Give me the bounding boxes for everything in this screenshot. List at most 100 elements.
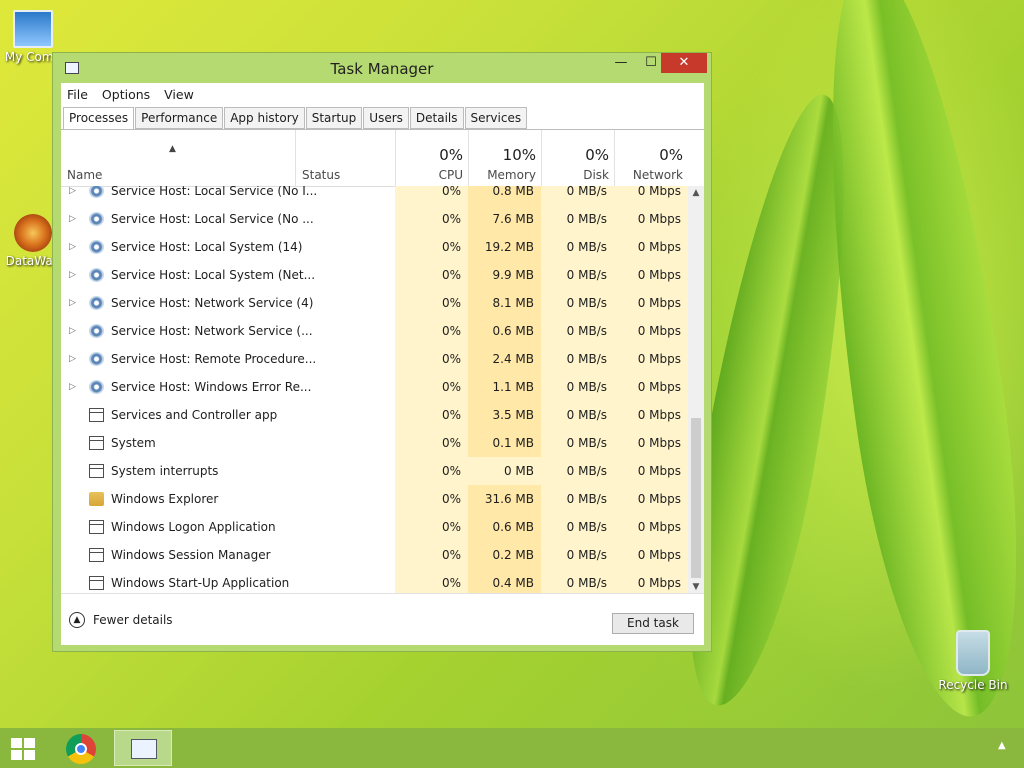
- expand-arrow-icon[interactable]: [69, 429, 79, 457]
- computer-icon: [13, 10, 53, 48]
- fewer-details-button[interactable]: ▲ Fewer details: [69, 612, 173, 628]
- table-row[interactable]: ▷ Service Host: Windows Error Re... 0% 1.1 …: [61, 373, 688, 401]
- desktop-icon-label: Recycle Bin: [938, 678, 1008, 692]
- menu-file[interactable]: File: [67, 87, 88, 102]
- column-label-status: Status: [302, 168, 341, 182]
- process-name: Windows Explorer: [111, 492, 219, 506]
- tab-services[interactable]: Services: [464, 107, 528, 129]
- table-row[interactable]: ▷ Service Host: Local Service (No I... 0% 0…: [61, 186, 688, 205]
- column-header-row: ▲ Name Status 0% CPU 10% Memory 0% Disk: [61, 130, 704, 187]
- disk-value: 0 MB/s: [541, 457, 614, 485]
- cpu-value: 0%: [395, 186, 468, 205]
- start-button[interactable]: [6, 736, 36, 762]
- menu-options[interactable]: Options: [102, 87, 150, 102]
- cpu-value: 0%: [395, 317, 468, 345]
- memory-value: 0.6 MB: [468, 513, 541, 541]
- scroll-thumb[interactable]: [691, 418, 701, 578]
- tab-processes[interactable]: Processes: [63, 107, 135, 130]
- title-bar[interactable]: Task Manager — ☐ ✕: [53, 53, 711, 83]
- expand-arrow-icon[interactable]: ▷: [69, 317, 79, 345]
- process-name: Service Host: Local System (Net...: [111, 268, 316, 282]
- gear-icon: [89, 186, 104, 198]
- table-row[interactable]: ▷ Service Host: Remote Procedure... 0% 2.4 …: [61, 345, 688, 373]
- expand-arrow-icon[interactable]: [69, 513, 79, 541]
- memory-value: 7.6 MB: [468, 205, 541, 233]
- end-task-button[interactable]: End task: [612, 613, 694, 634]
- expand-arrow-icon[interactable]: ▷: [69, 205, 79, 233]
- column-header-disk[interactable]: 0% Disk: [541, 130, 615, 186]
- table-row[interactable]: System interrupts 0% 0 MB 0 MB/s 0 Mbps: [61, 457, 688, 485]
- expand-arrow-icon[interactable]: ▷: [69, 289, 79, 317]
- tab-details[interactable]: Details: [409, 107, 464, 129]
- table-row[interactable]: System 0% 0.1 MB 0 MB/s 0 Mbps: [61, 429, 688, 457]
- expand-arrow-icon[interactable]: ▷: [69, 186, 79, 205]
- app-icon: [89, 520, 104, 534]
- expand-arrow-icon[interactable]: ▷: [69, 345, 79, 373]
- expand-arrow-icon[interactable]: ▷: [69, 233, 79, 261]
- vertical-scrollbar[interactable]: ▲ ▼: [688, 186, 704, 594]
- cpu-value: 0%: [395, 429, 468, 457]
- table-row[interactable]: ▷ Service Host: Network Service (4) 0% 8.1 …: [61, 289, 688, 317]
- scroll-up-icon[interactable]: ▲: [688, 186, 704, 200]
- memory-value: 0.4 MB: [468, 569, 541, 594]
- cpu-total-percent: 0%: [439, 146, 463, 164]
- process-name: Windows Logon Application: [111, 520, 276, 534]
- memory-value: 9.9 MB: [468, 261, 541, 289]
- disk-value: 0 MB/s: [541, 513, 614, 541]
- network-value: 0 Mbps: [614, 186, 688, 205]
- table-row[interactable]: Windows Start-Up Application 0% 0.4 MB 0 MB…: [61, 569, 688, 594]
- process-name: Service Host: Remote Procedure...: [111, 352, 317, 366]
- processes-panel: ▲ Name Status 0% CPU 10% Memory 0% Disk: [61, 129, 704, 594]
- process-name: Service Host: Local Service (No ...: [111, 212, 314, 226]
- chrome-icon[interactable]: [66, 734, 96, 764]
- disk-value: 0 MB/s: [541, 289, 614, 317]
- column-header-network[interactable]: 0% Network: [614, 130, 689, 186]
- tray-overflow-icon[interactable]: ▲: [998, 740, 1006, 751]
- menu-view[interactable]: View: [164, 87, 194, 102]
- network-value: 0 Mbps: [614, 569, 688, 594]
- table-row[interactable]: Windows Logon Application 0% 0.6 MB 0 MB/s 0…: [61, 513, 688, 541]
- gear-icon: [89, 380, 104, 394]
- expand-arrow-icon[interactable]: [69, 569, 79, 594]
- expand-arrow-icon[interactable]: [69, 401, 79, 429]
- table-row[interactable]: ▷ Service Host: Local System (14) 0% 19.2 M…: [61, 233, 688, 261]
- close-button[interactable]: ✕: [661, 53, 707, 73]
- table-row[interactable]: ▷ Service Host: Local Service (No ... 0% 7.…: [61, 205, 688, 233]
- column-header-status[interactable]: Status: [295, 130, 396, 186]
- network-value: 0 Mbps: [614, 289, 688, 317]
- column-header-memory[interactable]: 10% Memory: [468, 130, 542, 186]
- app-icon: [89, 464, 104, 478]
- tab-users[interactable]: Users: [363, 107, 409, 129]
- table-row[interactable]: Windows Session Manager 0% 0.2 MB 0 MB/s 0 M…: [61, 541, 688, 569]
- expand-arrow-icon[interactable]: [69, 485, 79, 513]
- scroll-down-icon[interactable]: ▼: [688, 580, 704, 594]
- column-header-name[interactable]: ▲ Name: [61, 130, 295, 186]
- memory-value: 0.1 MB: [468, 429, 541, 457]
- gear-icon: [89, 212, 104, 226]
- expand-arrow-icon[interactable]: ▷: [69, 261, 79, 289]
- expand-arrow-icon[interactable]: [69, 541, 79, 569]
- memory-value: 0 MB: [468, 457, 541, 485]
- table-row[interactable]: ▷ Service Host: Network Service (... 0% 0.6…: [61, 317, 688, 345]
- app-icon: [89, 436, 104, 450]
- expand-arrow-icon[interactable]: [69, 457, 79, 485]
- tab-app-history[interactable]: App history: [224, 107, 305, 129]
- table-row[interactable]: ▷ Service Host: Local System (Net... 0% 9.9…: [61, 261, 688, 289]
- table-row[interactable]: Services and Controller app 0% 3.5 MB 0 MB/…: [61, 401, 688, 429]
- memory-value: 0.8 MB: [468, 186, 541, 205]
- expand-arrow-icon[interactable]: ▷: [69, 373, 79, 401]
- network-value: 0 Mbps: [614, 373, 688, 401]
- table-row[interactable]: Windows Explorer 0% 31.6 MB 0 MB/s 0 Mbps: [61, 485, 688, 513]
- disk-value: 0 MB/s: [541, 186, 614, 205]
- process-name: Service Host: Windows Error Re...: [111, 380, 312, 394]
- desktop-icon-recycle-bin[interactable]: Recycle Bin: [938, 630, 1008, 692]
- tab-startup[interactable]: Startup: [305, 107, 363, 129]
- minimize-button[interactable]: —: [607, 53, 635, 73]
- network-value: 0 Mbps: [614, 345, 688, 373]
- process-list: ▷ Service Host: Local Service (No I... 0% 0…: [61, 186, 688, 594]
- tab-performance[interactable]: Performance: [135, 107, 224, 129]
- column-header-cpu[interactable]: 0% CPU: [395, 130, 469, 186]
- memory-value: 0.6 MB: [468, 317, 541, 345]
- cpu-value: 0%: [395, 569, 468, 594]
- taskbar-task-manager-button[interactable]: [114, 730, 172, 766]
